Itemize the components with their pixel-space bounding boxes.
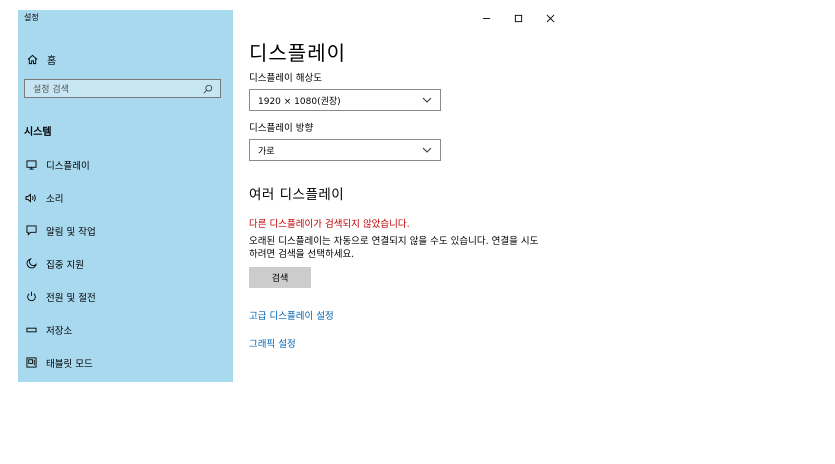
settings-window: 설정 홈 설정 검색 시스템 디스플레이 소리 알림 및 작업 집중 지원 전원…: [0, 0, 835, 464]
search-placeholder: 설정 검색: [33, 85, 69, 95]
sidebar-item-tablet-mode[interactable]: 태블릿 모드: [18, 346, 233, 379]
resolution-dropdown[interactable]: 1920 × 1080(권장): [249, 89, 441, 111]
sidebar-item-storage[interactable]: 저장소: [18, 313, 233, 346]
sidebar: 설정 홈 설정 검색 시스템 디스플레이 소리 알림 및 작업 집중 지원 전원…: [18, 10, 233, 382]
sidebar-item-label: 저장소: [46, 325, 73, 337]
sidebar-item-display[interactable]: 디스플레이: [18, 148, 233, 181]
chevron-down-icon: [422, 147, 432, 153]
notification-icon: [24, 225, 38, 236]
resolution-label: 디스플레이 해상도: [249, 73, 322, 84]
search-icon: [201, 84, 215, 94]
sidebar-item-label: 태블릿 모드: [46, 358, 93, 370]
window-controls: [470, 8, 566, 26]
page-title: 디스플레이: [249, 41, 346, 65]
app-title: 설정: [24, 13, 39, 22]
home-icon: [25, 54, 39, 65]
detect-button[interactable]: 검색: [249, 267, 311, 288]
resolution-value: 1920 × 1080(권장): [258, 96, 341, 107]
storage-icon: [24, 326, 38, 334]
orientation-label: 디스플레이 방향: [249, 123, 314, 134]
sidebar-item-focus-assist[interactable]: 집중 지원: [18, 247, 233, 280]
minimize-icon: [482, 8, 491, 27]
tablet-icon: [24, 357, 38, 368]
sidebar-item-label: 알림 및 작업: [46, 226, 96, 238]
orientation-value: 가로: [258, 146, 275, 157]
close-button[interactable]: [534, 8, 566, 26]
sidebar-item-home[interactable]: 홈: [18, 48, 233, 70]
search-input[interactable]: 설정 검색: [24, 79, 221, 98]
error-message: 다른 디스플레이가 검색되지 않았습니다.: [249, 219, 410, 230]
orientation-dropdown[interactable]: 가로: [249, 139, 441, 161]
close-icon: [546, 8, 555, 27]
chevron-down-icon: [422, 97, 432, 103]
graphics-settings-link[interactable]: 그래픽 설정: [249, 336, 589, 350]
minimize-button[interactable]: [470, 8, 502, 26]
sidebar-item-notifications[interactable]: 알림 및 작업: [18, 214, 233, 247]
monitor-icon: [24, 159, 38, 170]
sidebar-item-label: 소리: [46, 193, 64, 205]
sidebar-item-power[interactable]: 전원 및 절전: [18, 280, 233, 313]
advanced-display-settings-link[interactable]: 고급 디스플레이 설정: [249, 308, 589, 322]
speaker-icon: [24, 192, 38, 203]
section-title: 시스템: [24, 127, 52, 138]
maximize-icon: [514, 8, 523, 27]
sidebar-item-home-label: 홈: [47, 55, 57, 67]
sidebar-item-label: 디스플레이: [46, 160, 90, 172]
multiple-displays-heading: 여러 디스플레이: [249, 187, 345, 203]
sidebar-item-sound[interactable]: 소리: [18, 181, 233, 214]
maximize-button[interactable]: [502, 8, 534, 26]
main-content: 디스플레이 디스플레이 해상도 1920 × 1080(권장) 디스플레이 방향…: [249, 40, 589, 350]
sidebar-item-label: 집중 지원: [46, 259, 84, 271]
power-icon: [24, 291, 38, 302]
sidebar-nav: 디스플레이 소리 알림 및 작업 집중 지원 전원 및 절전 저장소 태블릿 모…: [18, 148, 233, 379]
moon-icon: [24, 258, 38, 269]
description-text: 오래된 디스플레이는 자동으로 연결되지 않을 수도 있습니다. 연결을 시도하…: [249, 236, 539, 260]
sidebar-item-label: 전원 및 절전: [46, 292, 96, 304]
